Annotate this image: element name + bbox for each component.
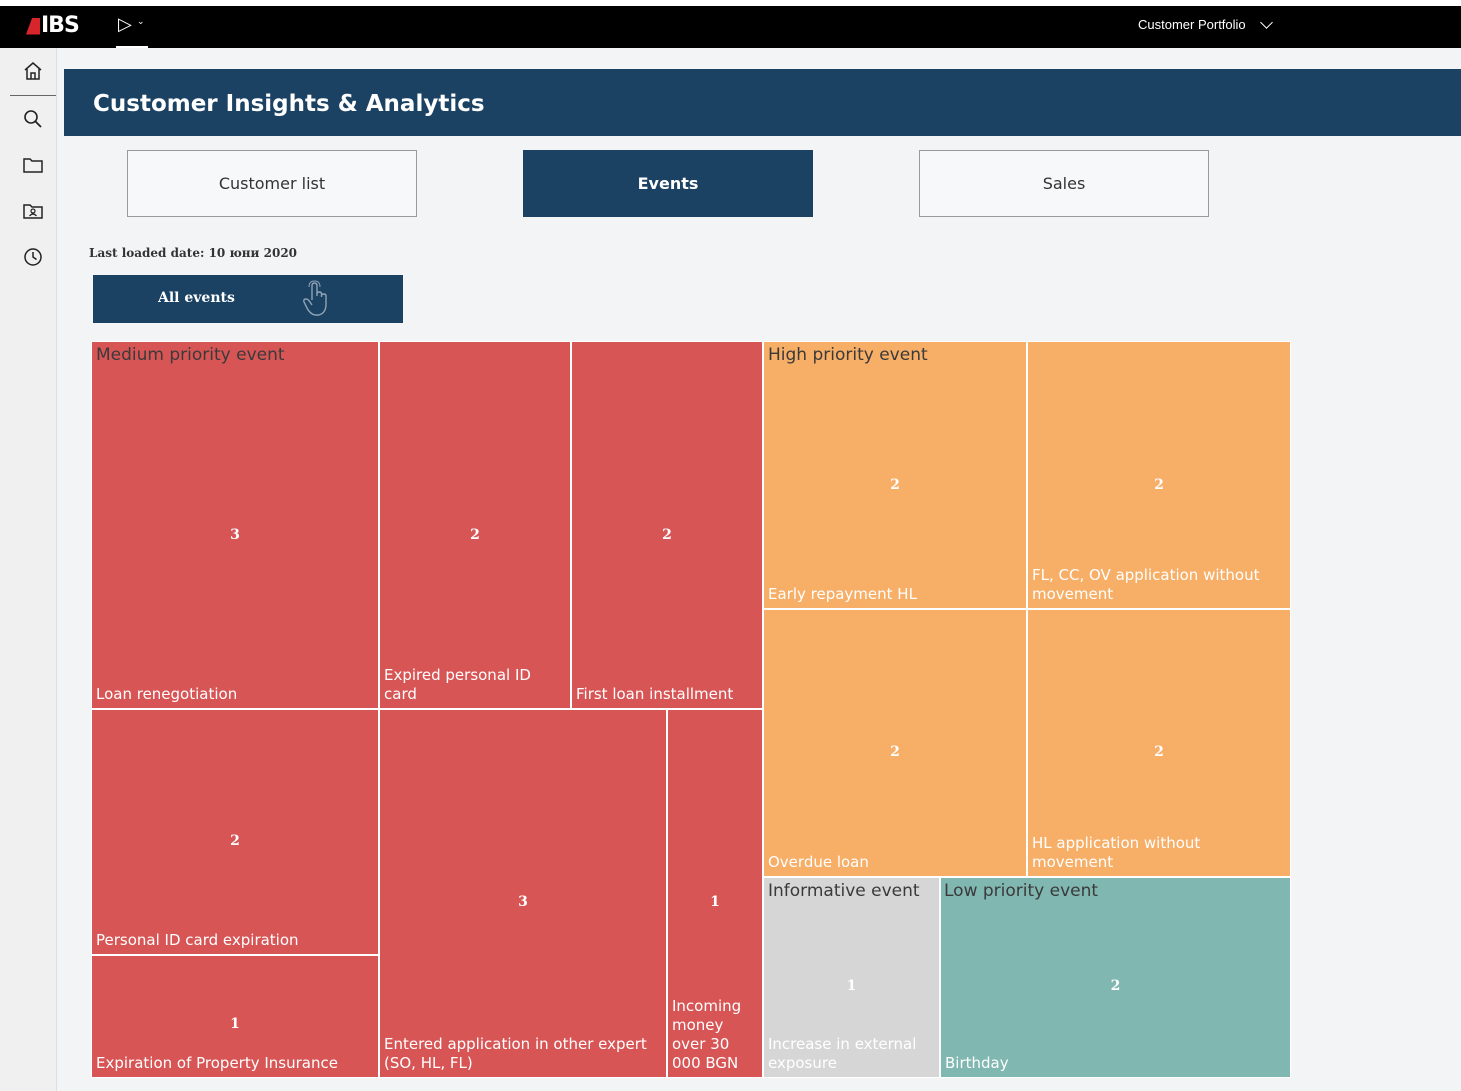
page-title: Customer Insights & Analytics bbox=[93, 91, 485, 117]
search-icon[interactable] bbox=[22, 108, 44, 130]
cell-value: 2 bbox=[662, 527, 672, 543]
cell-label: FL, CC, OV application without movement bbox=[1032, 566, 1260, 603]
cell-value: 3 bbox=[518, 894, 528, 910]
cell-value: 2 bbox=[1154, 477, 1164, 493]
pointer-hand-icon bbox=[303, 280, 327, 316]
play-icon[interactable]: ▷ bbox=[118, 14, 132, 36]
cell-label: HL application without movement bbox=[1032, 834, 1201, 871]
treemap-cell-expired-personal-id-card[interactable]: 2 Expired personal ID card bbox=[379, 341, 571, 709]
cell-label: Birthday bbox=[945, 1054, 1009, 1072]
tab-sales[interactable]: Sales bbox=[919, 150, 1209, 217]
treemap-cell-overdue-loan[interactable]: 2 Overdue loan bbox=[763, 609, 1027, 877]
tab-customer-list[interactable]: Customer list bbox=[127, 150, 417, 217]
cell-value: 2 bbox=[470, 527, 480, 543]
treemap-cell-incoming-money[interactable]: 1 Incoming money over 30 000 BGN bbox=[667, 709, 763, 1078]
cell-value: 1 bbox=[846, 978, 857, 994]
chevron-down-icon[interactable]: ⌄ bbox=[137, 17, 145, 27]
folder-icon[interactable] bbox=[22, 154, 44, 176]
top-bar: IBS ▷ ⌄ Customer Portfolio bbox=[0, 0, 1461, 48]
cell-label: Incoming money over 30 000 BGN bbox=[672, 997, 742, 1072]
last-loaded-date: Last loaded date: 10 юни 2020 bbox=[89, 246, 298, 260]
cell-label: Entered application in other expert (SO,… bbox=[384, 1035, 647, 1072]
cell-label: Expired personal ID card bbox=[384, 666, 531, 703]
treemap-cell-expiration-of-property-insurance[interactable]: 1 Expiration of Property Insurance bbox=[91, 955, 379, 1078]
cell-value: 2 bbox=[1110, 978, 1121, 994]
treemap-cell-fl-cc-ov-application[interactable]: 2 FL, CC, OV application without movemen… bbox=[1027, 341, 1291, 609]
cell-value: 2 bbox=[230, 833, 240, 849]
cell-value: 2 bbox=[890, 477, 900, 493]
home-icon[interactable] bbox=[22, 60, 44, 82]
cell-label: Increase in external exposure bbox=[768, 1035, 917, 1072]
cell-label: Early repayment HL bbox=[768, 585, 917, 603]
cell-value: 2 bbox=[1154, 744, 1164, 760]
treemap-cell-personal-id-card-expiration[interactable]: 2 Personal ID card expiration bbox=[91, 709, 379, 955]
treemap-cell-hl-application[interactable]: 2 HL application without movement bbox=[1027, 609, 1291, 877]
cell-value: 3 bbox=[230, 527, 240, 543]
cell-label: Loan renegotiation bbox=[96, 685, 238, 703]
cell-value: 1 bbox=[230, 1016, 240, 1032]
cell-value: 1 bbox=[710, 894, 720, 910]
logo-text: IBS bbox=[41, 13, 80, 38]
all-events-button[interactable]: All events bbox=[93, 275, 403, 323]
all-events-label: All events bbox=[158, 290, 235, 306]
cell-label: First loan installment bbox=[576, 685, 734, 703]
treemap-cell-loan-renegotiation[interactable]: 3 Loan renegotiation bbox=[91, 341, 379, 709]
treemap-cell-early-repayment-hl[interactable]: 2 Early repayment HL bbox=[763, 341, 1027, 609]
sidebar-divider bbox=[10, 95, 56, 96]
events-treemap: 3 Loan renegotiation 2 Expired personal … bbox=[91, 341, 1291, 1078]
treemap-cell-increase-external-exposure[interactable]: 1 Increase in external exposure bbox=[763, 877, 940, 1078]
ibs-logo[interactable]: IBS bbox=[26, 13, 80, 38]
tab-events[interactable]: Events bbox=[523, 150, 813, 217]
cell-label: Overdue loan bbox=[768, 853, 869, 871]
cell-label: Expiration of Property Insurance bbox=[96, 1054, 338, 1072]
cell-label: Personal ID card expiration bbox=[96, 931, 299, 949]
logo-mark-icon bbox=[26, 17, 40, 35]
treemap-cell-birthday[interactable]: 2 Birthday bbox=[940, 877, 1291, 1078]
history-icon[interactable] bbox=[22, 246, 44, 268]
portfolio-chevron-down-icon[interactable] bbox=[1260, 16, 1273, 29]
user-folder-icon[interactable] bbox=[22, 200, 44, 222]
portfolio-selector[interactable]: Customer Portfolio bbox=[1138, 16, 1246, 34]
left-sidebar bbox=[0, 48, 57, 1091]
treemap-cell-entered-application-other-expert[interactable]: 3 Entered application in other expert (S… bbox=[379, 709, 667, 1078]
treemap-cell-first-loan-installment[interactable]: 2 First loan installment bbox=[571, 341, 763, 709]
cell-value: 2 bbox=[890, 744, 900, 760]
